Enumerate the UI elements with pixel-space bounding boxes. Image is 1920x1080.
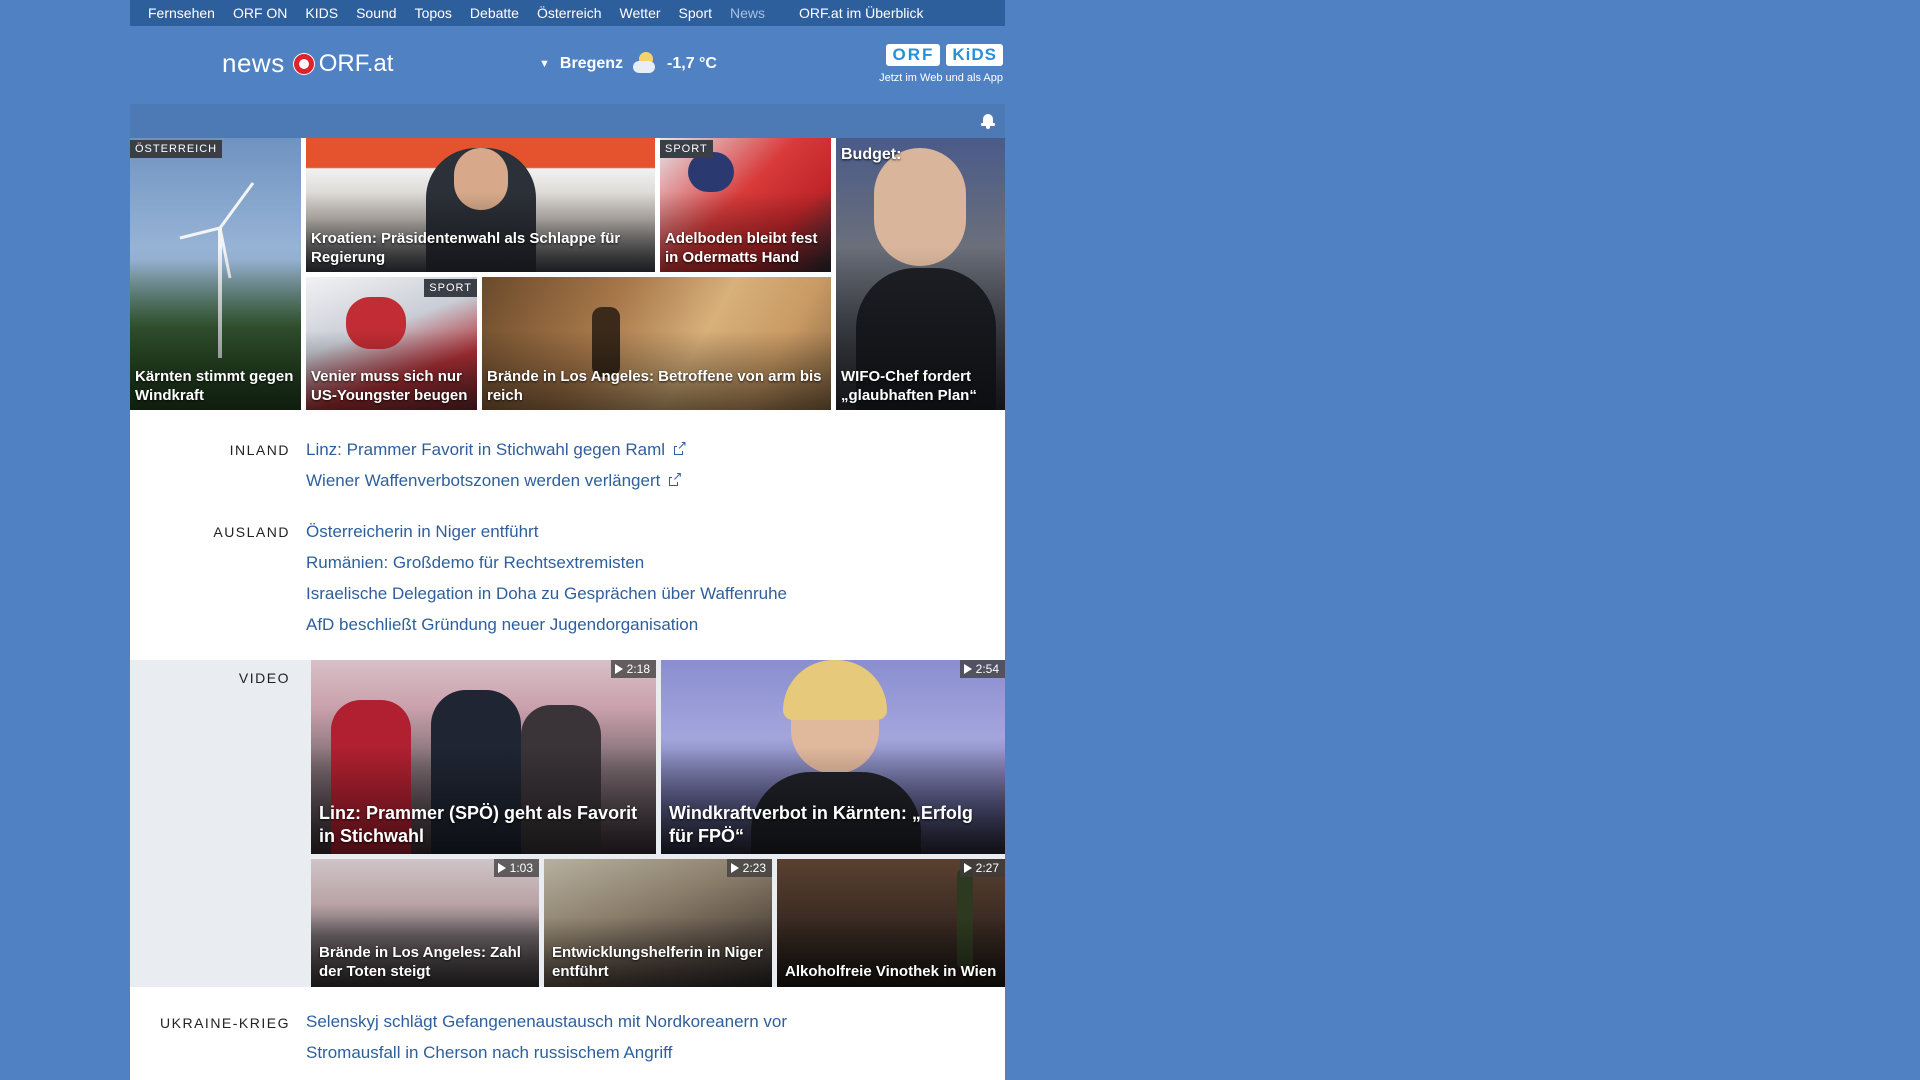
nav-sport[interactable]: Sport <box>679 5 712 21</box>
video-caption: Alkoholfreie Vinothek in Wien <box>785 963 997 980</box>
link-text: Linz: Prammer Favorit in Stichwahl gegen… <box>306 439 666 459</box>
page: Fernsehen ORF ON KIDS Sound Topos Debatt… <box>130 0 1005 1080</box>
video-tile-4[interactable]: 2:23 Entwicklungshelferin in Niger entfü… <box>544 859 772 987</box>
nav-overview[interactable]: ORF.at im Überblick <box>799 5 923 21</box>
nav-kids[interactable]: KIDS <box>305 5 338 21</box>
category-badge: SPORT <box>424 279 477 297</box>
tile-caption: WIFO-Chef fordert „glaubhaften Plan“ <box>841 368 977 404</box>
section-label-ausland: AUSLAND <box>213 524 290 540</box>
tile-venier[interactable]: SPORT Venier muss sich nur US-Youngster … <box>306 277 477 410</box>
video-tile-5[interactable]: 2:27 Alkoholfreie Vinothek in Wien <box>777 859 1005 987</box>
inland-link-1[interactable]: Linz: Prammer Favorit in Stichwahl gegen… <box>306 434 688 465</box>
category-badge: ÖSTERREICH <box>130 140 223 158</box>
video-duration: 2:27 <box>959 859 1005 877</box>
moon-cloud-icon <box>633 52 657 76</box>
tile-kroatien[interactable]: Kroatien: Präsidentenwahl als Schlappe f… <box>306 138 655 272</box>
skier-image <box>688 152 734 192</box>
weather-temperature: -1,7 °C <box>667 55 717 72</box>
tile-budget[interactable]: Budget: WIFO-Chef fordert „glaubhaften P… <box>836 138 1005 410</box>
external-link-icon <box>674 438 688 456</box>
tile-adelboden[interactable]: SPORT Adelboden bleibt fest in Odermatts… <box>660 138 831 272</box>
tile-caption: Venier muss sich nur US-Youngster beugen <box>311 368 468 404</box>
video-tile-2[interactable]: 2:54 Windkraftverbot in Kärnten: „Erfolg… <box>661 660 1005 854</box>
tile-title: Budget: <box>841 146 902 163</box>
video-duration: 2:54 <box>959 660 1005 678</box>
nav-fernsehen[interactable]: Fernsehen <box>148 5 215 21</box>
video-tile-1[interactable]: 2:18 Linz: Prammer (SPÖ) geht als Favori… <box>311 660 656 854</box>
bell-icon[interactable] <box>981 113 995 129</box>
section-video: VIDEO 2:18 Linz: Prammer (SPÖ) geht als … <box>130 660 1005 987</box>
logo-news-text: news <box>222 48 285 78</box>
video-duration: 2:18 <box>610 660 656 678</box>
play-icon <box>963 664 972 674</box>
video-caption: Windkraftverbot in Kärnten: „Erfolg für … <box>669 803 973 846</box>
video-caption: Brände in Los Angeles: Zahl der Toten st… <box>319 944 521 980</box>
tile-caption: Kärnten stimmt gegen Windkraft <box>135 368 294 404</box>
site-header: news ORF.at ▼ Bregenz -1,7 °C ORF KiDS J… <box>130 26 1005 104</box>
section-label-inland: INLAND <box>229 442 290 458</box>
tile-caption: Kroatien: Präsidentenwahl als Schlappe f… <box>311 230 621 266</box>
orf-eye-icon <box>292 52 315 75</box>
video-tile-3[interactable]: 1:03 Brände in Los Angeles: Zahl der Tot… <box>311 859 539 987</box>
play-icon <box>497 863 506 873</box>
weather-widget[interactable]: ▼ Bregenz -1,7 °C <box>539 52 717 76</box>
news-lists: INLAND Linz: Prammer Favorit in Stichwah… <box>130 410 1005 660</box>
video-duration: 2:23 <box>726 859 772 877</box>
ukraine-link-1[interactable]: Selenskyj schlägt Gefangenenaustausch mi… <box>306 1006 787 1037</box>
nav-orf-on[interactable]: ORF ON <box>233 5 287 21</box>
ukraine-link-2[interactable]: Stromausfall in Cherson nach russischem … <box>306 1037 787 1068</box>
section-label-video: VIDEO <box>238 670 290 686</box>
video-caption: Linz: Prammer (SPÖ) geht als Favorit in … <box>319 803 638 846</box>
dropdown-triangle-icon: ▼ <box>539 58 550 70</box>
orf-kids-promo[interactable]: ORF KiDS Jetzt im Web und als App <box>879 44 1003 84</box>
ausland-link-1[interactable]: Österreicherin in Niger entführt <box>306 516 787 547</box>
play-icon <box>963 863 972 873</box>
nav-topos[interactable]: Topos <box>415 5 452 21</box>
kids-badge: KiDS <box>946 44 1003 66</box>
top-navigation: Fernsehen ORF ON KIDS Sound Topos Debatt… <box>130 0 1005 26</box>
ausland-link-3[interactable]: Israelische Delegation in Doha zu Gesprä… <box>306 578 787 609</box>
logo-orf-text: ORF.at <box>318 49 394 77</box>
nav-news-active[interactable]: News <box>730 5 765 21</box>
nav-debatte[interactable]: Debatte <box>470 5 519 21</box>
kids-subtitle: Jetzt im Web und als App <box>879 72 1003 84</box>
hero-tiles: ÖSTERREICH Kärnten stimmt gegen Windkraf… <box>130 138 1005 410</box>
category-badge: SPORT <box>660 140 713 158</box>
ausland-link-4[interactable]: AfD beschließt Gründung neuer Jugendorga… <box>306 609 787 640</box>
video-duration: 1:03 <box>493 859 539 877</box>
nav-oesterreich[interactable]: Österreich <box>537 5 602 21</box>
tile-los-angeles[interactable]: Brände in Los Angeles: Betroffene von ar… <box>482 277 831 410</box>
external-link-icon <box>669 469 683 487</box>
section-label-ukraine: UKRAINE-KRIEG <box>160 1015 290 1031</box>
ausland-link-2[interactable]: Rumänien: Großdemo für Rechtsextremisten <box>306 547 787 578</box>
weather-city: Bregenz <box>559 55 624 72</box>
orf-badge: ORF <box>886 44 941 66</box>
inland-link-2[interactable]: Wiener Waffenverbotszonen werden verläng… <box>306 465 686 496</box>
tile-caption: Adelboden bleibt fest in Odermatts Hand <box>665 230 818 266</box>
nav-sound[interactable]: Sound <box>356 5 396 21</box>
tile-windkraft[interactable]: ÖSTERREICH Kärnten stimmt gegen Windkraf… <box>130 138 301 410</box>
play-icon <box>614 664 623 674</box>
section-ukraine: UKRAINE-KRIEG Selenskyj schlägt Gefangen… <box>130 987 1005 1080</box>
notification-strip <box>130 104 1005 138</box>
nav-wetter[interactable]: Wetter <box>620 5 661 21</box>
tile-caption: Brände in Los Angeles: Betroffene von ar… <box>487 368 822 404</box>
news-orf-logo[interactable]: news ORF.at <box>222 48 393 79</box>
link-text: Wiener Waffenverbotszonen werden verläng… <box>306 470 661 490</box>
video-caption: Entwicklungshelferin in Niger entführt <box>552 944 763 980</box>
play-icon <box>730 863 739 873</box>
